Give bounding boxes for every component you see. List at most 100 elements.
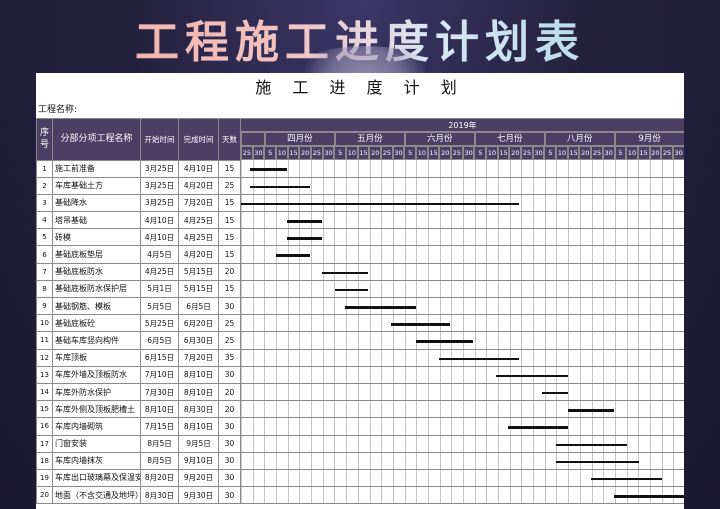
start-date[interactable]: 3月25日: [140, 176, 179, 195]
row-index[interactable]: 13: [36, 365, 53, 384]
end-date[interactable]: 8月30日: [178, 400, 219, 419]
gantt-bar[interactable]: [275, 254, 310, 257]
end-date[interactable]: 9月30日: [178, 486, 219, 505]
end-date[interactable]: 9月5日: [178, 434, 219, 453]
start-date[interactable]: 4月5日: [140, 245, 179, 264]
row-index[interactable]: 19: [36, 468, 53, 488]
gantt-bar[interactable]: [496, 374, 568, 378]
table-row[interactable]: 5 砖模 4月10日 4月25日 15: [36, 228, 684, 247]
row-index[interactable]: 8: [36, 279, 53, 299]
end-date[interactable]: 7月20日: [178, 348, 219, 367]
task-name[interactable]: 车库基础土方: [52, 176, 141, 195]
task-name[interactable]: 基础底板防水保护层: [52, 279, 141, 299]
end-date[interactable]: 5月15日: [178, 279, 219, 299]
duration-days[interactable]: 30: [218, 486, 241, 505]
table-row[interactable]: 14 车库外防水保护 7月30日 8月10日 20: [36, 382, 684, 402]
gantt-bar[interactable]: [250, 185, 310, 189]
end-date[interactable]: 4月20日: [178, 245, 219, 264]
duration-days[interactable]: 30: [218, 434, 241, 453]
gantt-bar[interactable]: [241, 202, 520, 206]
start-date[interactable]: 4月25日: [140, 262, 179, 281]
table-row[interactable]: 19车库出口玻璃幕及保温安装8月20日9月20日30: [36, 468, 684, 488]
start-date[interactable]: 5月25日: [140, 314, 179, 333]
start-date[interactable]: 8月10日: [140, 400, 179, 419]
gantt-bar[interactable]: [556, 443, 628, 446]
duration-days[interactable]: 15: [218, 245, 241, 264]
row-index[interactable]: 11: [36, 331, 53, 350]
task-name[interactable]: 基础底板防水: [52, 262, 141, 281]
duration-days[interactable]: 15: [218, 279, 241, 299]
row-index[interactable]: 20: [36, 486, 53, 505]
duration-days[interactable]: 30: [218, 451, 241, 470]
start-date[interactable]: 8月20日: [140, 468, 179, 488]
start-date[interactable]: 7月10日: [140, 365, 179, 384]
duration-days[interactable]: 35: [218, 348, 241, 367]
task-name[interactable]: 车库外侧及顶板肥槽土: [52, 400, 141, 419]
duration-days[interactable]: 25: [218, 176, 241, 195]
end-date[interactable]: 8月10日: [178, 365, 219, 384]
gantt-bar[interactable]: [390, 323, 451, 326]
row-index[interactable]: 18: [36, 451, 53, 470]
gantt-bar[interactable]: [335, 288, 368, 292]
start-date[interactable]: 3月25日: [140, 159, 179, 178]
task-name[interactable]: 车库内墙抹灰: [52, 451, 141, 470]
row-index[interactable]: 4: [36, 211, 53, 230]
row-index[interactable]: 10: [36, 314, 53, 333]
task-name[interactable]: 车库内墙砌筑: [52, 417, 141, 436]
row-index[interactable]: 3: [36, 193, 53, 213]
row-index[interactable]: 6: [36, 245, 53, 264]
end-date[interactable]: 4月20日: [178, 176, 219, 195]
task-name[interactable]: 塔吊基础: [52, 211, 141, 230]
gantt-bar[interactable]: [321, 271, 368, 275]
duration-days[interactable]: 15: [218, 159, 241, 178]
table-row[interactable]: 2 车库基础土方 3月25日 4月20日 25: [36, 176, 684, 195]
table-row[interactable]: 15 车库外侧及顶板肥槽土 8月10日 8月30日 20: [36, 400, 684, 419]
row-index[interactable]: 2: [36, 176, 53, 195]
gantt-bar[interactable]: [567, 409, 614, 412]
task-name[interactable]: 车库外墙及顶板防水: [52, 365, 141, 384]
table-row[interactable]: 6 基础底板垫层 4月5日 4月20日 15: [36, 245, 684, 264]
end-date[interactable]: 9月20日: [178, 468, 219, 488]
row-index[interactable]: 7: [36, 262, 53, 281]
table-row[interactable]: 7 基础底板防水 4月25日 5月15日 20: [36, 262, 684, 281]
task-name[interactable]: 地面（不含交通及地坪）: [52, 486, 141, 505]
project-name-label[interactable]: 工程名称:: [36, 103, 684, 118]
gantt-bar[interactable]: [344, 306, 416, 309]
end-date[interactable]: 4月25日: [178, 228, 219, 247]
end-date[interactable]: 4月10日: [178, 159, 219, 178]
table-row[interactable]: 3 基础降水 3月25日 7月20日 15: [36, 193, 684, 213]
end-date[interactable]: 6月30日: [178, 331, 219, 350]
table-row[interactable]: 18 车库内墙抹灰 8月5日 9月10日 30: [36, 451, 684, 470]
start-date[interactable]: 3月25日: [140, 193, 179, 213]
duration-days[interactable]: 25: [218, 314, 241, 333]
duration-days[interactable]: 30: [218, 417, 241, 436]
row-index[interactable]: 5: [36, 228, 53, 247]
gantt-bar[interactable]: [287, 220, 322, 223]
gantt-bar[interactable]: [507, 426, 568, 429]
end-date[interactable]: 9月10日: [178, 451, 219, 470]
gantt-bar[interactable]: [438, 357, 520, 361]
gantt-bar[interactable]: [250, 168, 287, 171]
start-date[interactable]: 8月5日: [140, 451, 179, 470]
gantt-bar[interactable]: [542, 391, 568, 395]
start-date[interactable]: 6月15日: [140, 348, 179, 367]
row-index[interactable]: 16: [36, 417, 53, 436]
table-row[interactable]: 9 基础钢筋、模板 5月5日 6月5日 30: [36, 296, 684, 316]
row-index[interactable]: 12: [36, 348, 53, 367]
start-date[interactable]: 7月30日: [140, 382, 179, 402]
end-date[interactable]: 6月5日: [178, 296, 219, 316]
end-date[interactable]: 7月20日: [178, 193, 219, 213]
duration-days[interactable]: 15: [218, 193, 241, 213]
end-date[interactable]: 8月10日: [178, 417, 219, 436]
gantt-bar[interactable]: [556, 460, 639, 464]
task-name[interactable]: 门窗安装: [52, 434, 141, 453]
duration-days[interactable]: 20: [218, 382, 241, 402]
gantt-bar[interactable]: [415, 340, 474, 343]
gantt-bar[interactable]: [590, 477, 662, 481]
row-index[interactable]: 1: [36, 159, 53, 178]
task-name[interactable]: 车库顶板: [52, 348, 141, 367]
task-name[interactable]: 基础钢筋、模板: [52, 296, 141, 316]
gantt-bar[interactable]: [613, 495, 684, 498]
row-index[interactable]: 17: [36, 434, 53, 453]
table-row[interactable]: 1 施工前准备 3月25日 4月10日 15: [36, 159, 684, 178]
